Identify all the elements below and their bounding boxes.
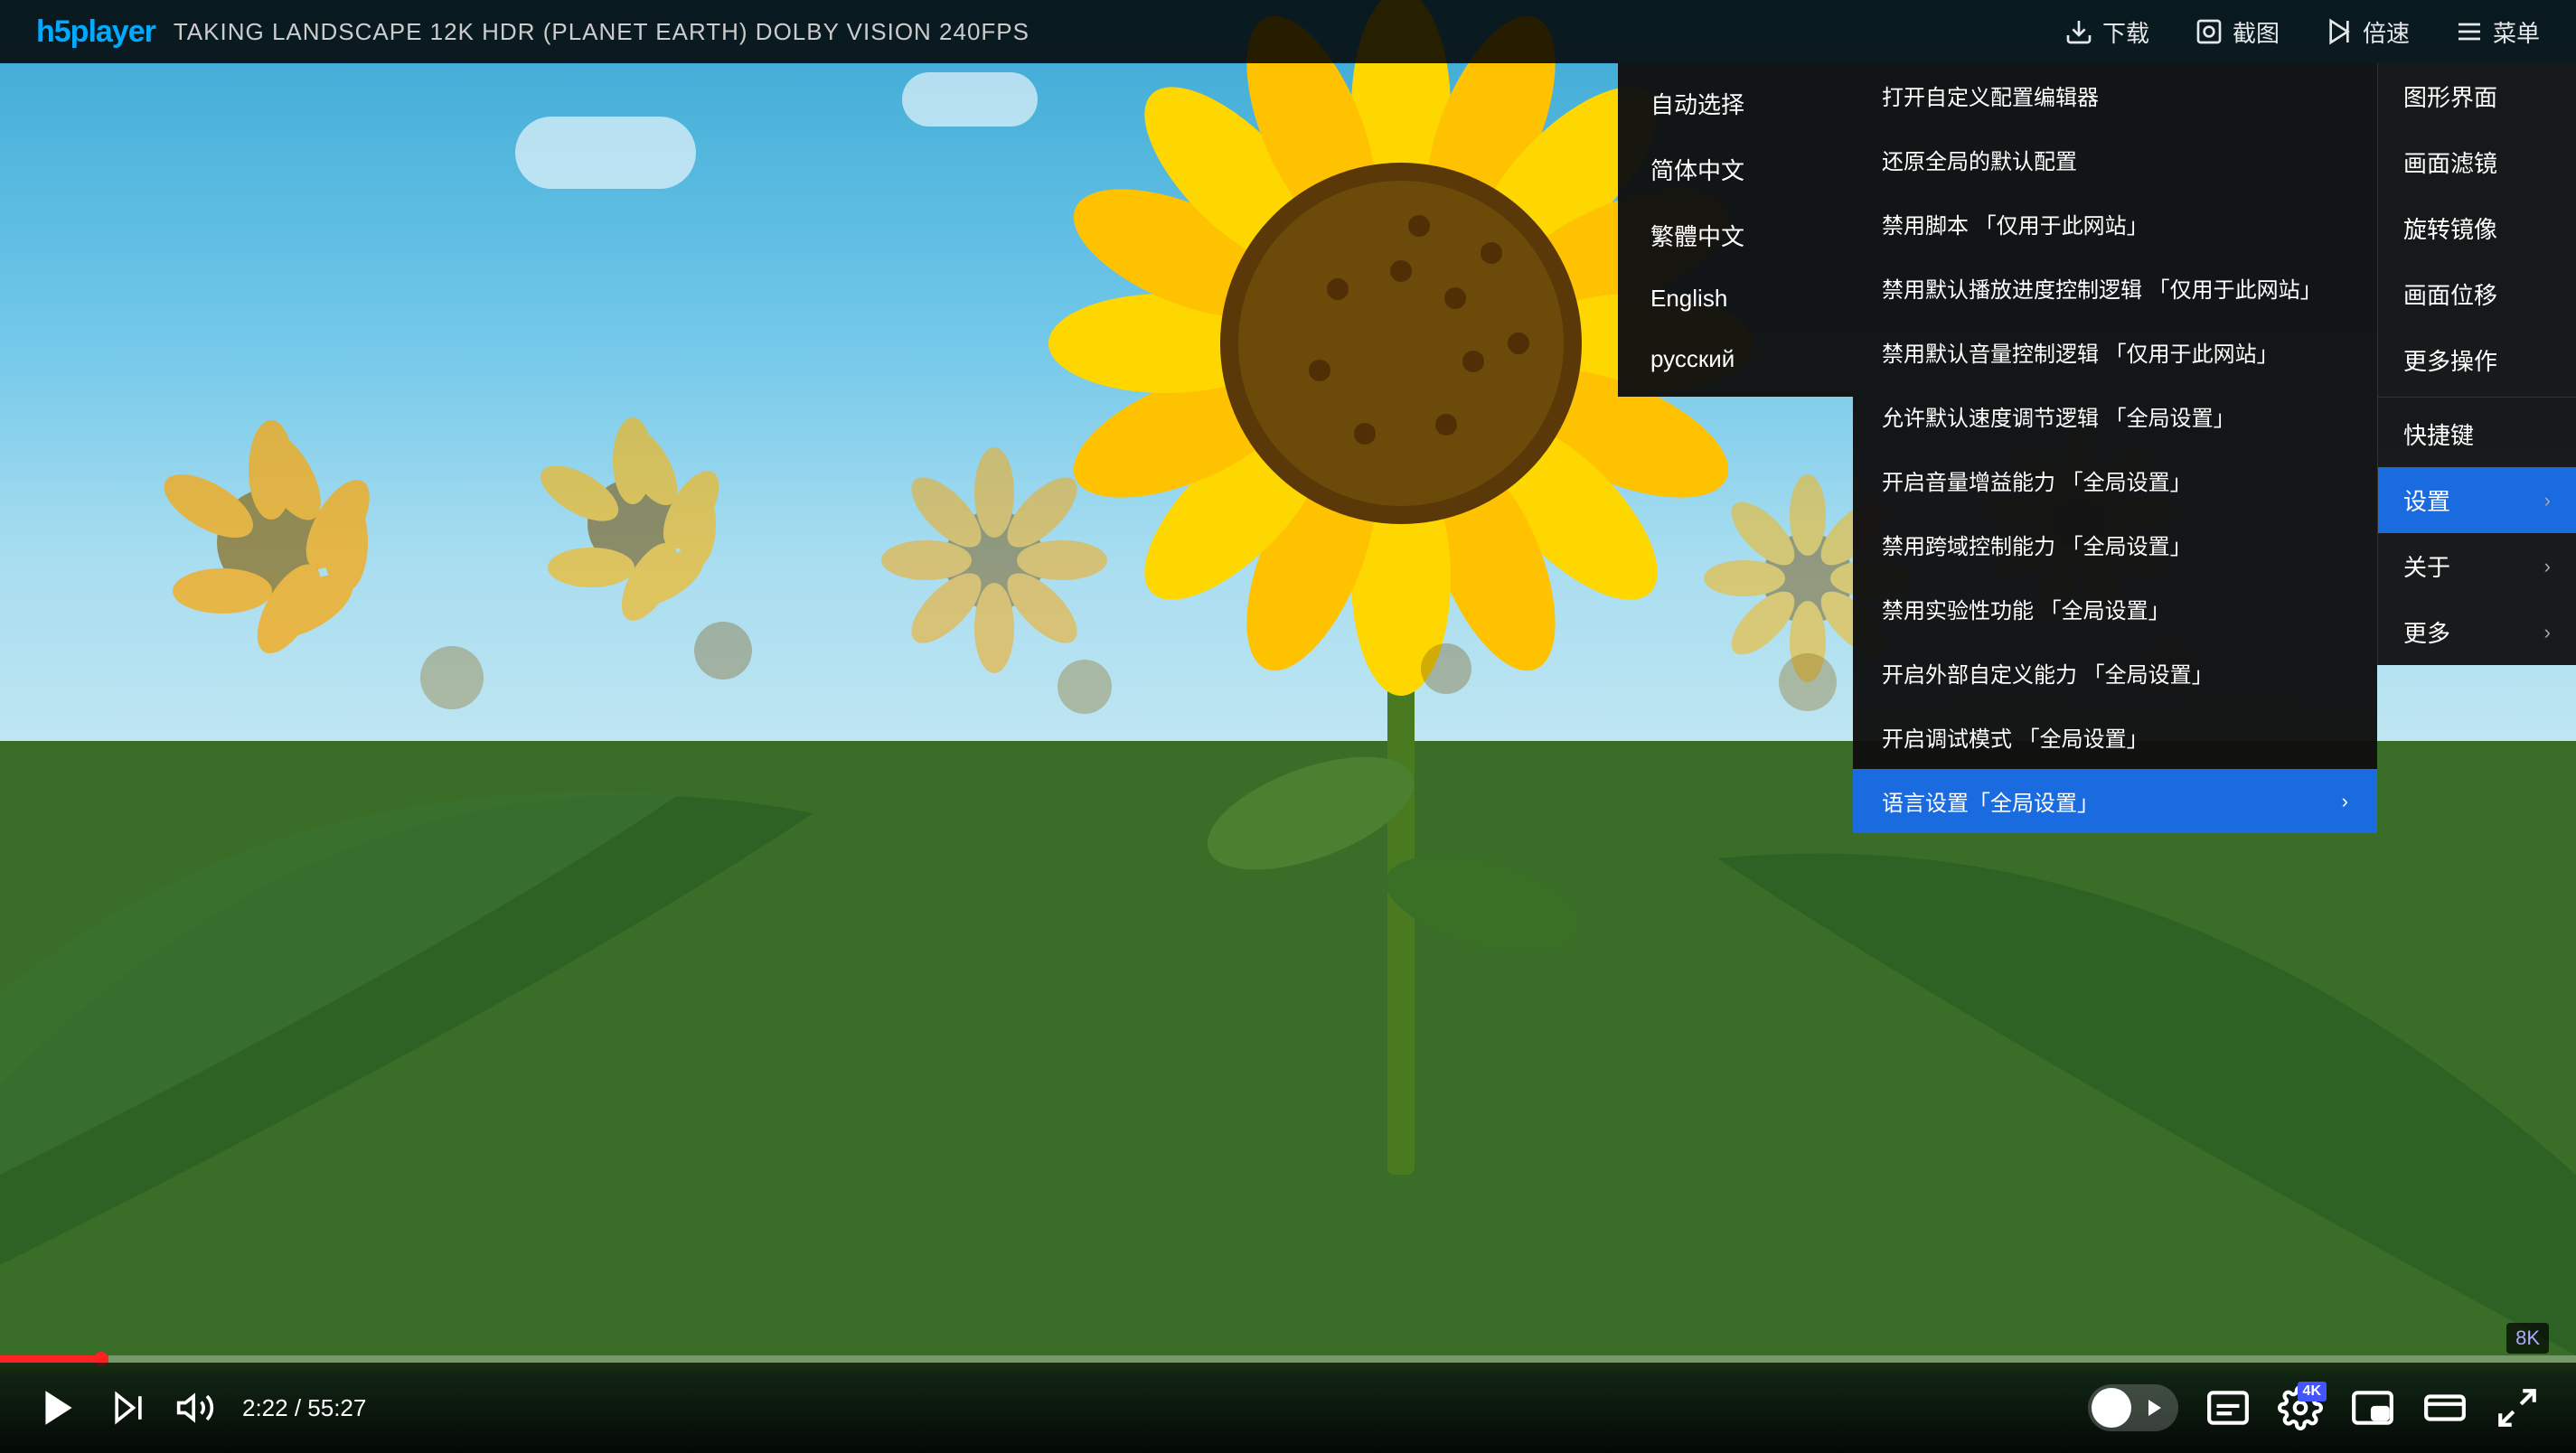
lang-traditional-chinese[interactable]: 繁體中文 (1618, 202, 1853, 268)
speed-icon (2325, 17, 2354, 46)
screenshot-button[interactable]: 截图 (2195, 15, 2280, 49)
lang-english[interactable]: English (1618, 268, 1853, 329)
screenshot-label: 截图 (2233, 15, 2280, 49)
menu-item-settings[interactable]: 设置 › (2378, 467, 2576, 533)
topbar: h5player TAKING LANDSCAPE 12K HDR (PLANE… (0, 0, 2576, 63)
video-title: TAKING LANDSCAPE 12K HDR (PLANET EARTH) … (174, 18, 1029, 46)
menu-item-more-ops[interactable]: 更多操作 (2378, 327, 2576, 393)
app-logo: h5player (36, 14, 155, 50)
menu-icon (2455, 17, 2484, 46)
menu-item-rotate[interactable]: 旋转镜像 (2378, 195, 2576, 261)
menu-divider (2378, 397, 2576, 398)
settings-disable-volume[interactable]: 禁用默认音量控制逻辑 「仅用于此网站」 (1853, 320, 2377, 384)
progress-bar[interactable] (0, 1355, 2576, 1363)
lang-simplified-chinese[interactable]: 简体中文 (1618, 136, 1853, 202)
language-chevron-icon: › (2342, 790, 2348, 813)
speed-button[interactable]: 倍速 (2325, 15, 2410, 49)
speed-label: 倍速 (2363, 15, 2410, 49)
download-label: 下载 (2102, 15, 2149, 49)
lang-auto[interactable]: 自动选择 (1618, 70, 1853, 136)
settings-enable-debug[interactable]: 开启调试模式 「全局设置」 (1853, 705, 2377, 769)
settings-disable-cross[interactable]: 禁用跨域控制能力 「全局设置」 (1853, 512, 2377, 577)
time-total: 55:27 (307, 1394, 366, 1421)
settings-language[interactable]: 语言设置「全局设置」 › (1853, 769, 2377, 833)
menu-button[interactable]: 菜单 (2455, 15, 2540, 49)
next-button[interactable] (108, 1388, 148, 1428)
settings-disable-experimental[interactable]: 禁用实验性功能 「全局设置」 (1853, 577, 2377, 641)
menu-item-gui[interactable]: 图形界面 (2378, 63, 2576, 129)
menu-item-shift[interactable]: 画面位移 (2378, 261, 2576, 327)
volume-button[interactable] (175, 1388, 215, 1428)
menu-item-about[interactable]: 关于 › (2378, 533, 2576, 599)
lang-russian[interactable]: русский (1618, 329, 1853, 389)
progress-fill (0, 1355, 108, 1363)
settings-disable-progress[interactable]: 禁用默认播放进度控制逻辑 「仅用于此网站」 (1853, 256, 2377, 320)
topbar-left: h5player TAKING LANDSCAPE 12K HDR (PLANE… (36, 14, 1029, 50)
menu-item-filter[interactable]: 画面滤镜 (2378, 129, 2576, 195)
menu-label: 菜单 (2493, 15, 2540, 49)
fullscreen-button[interactable] (2495, 1385, 2540, 1430)
theater-button[interactable] (2422, 1385, 2468, 1430)
settings-open-editor[interactable]: 打开自定义配置编辑器 (1853, 63, 2377, 127)
settings-chevron-icon: › (2544, 489, 2551, 512)
settings-enable-gain[interactable]: 开启音量增益能力 「全局设置」 (1853, 448, 2377, 512)
topbar-right: 下载 截图 倍速 菜单 (2064, 15, 2540, 49)
subtitle-button[interactable] (2205, 1385, 2251, 1430)
time-display: 2:22 / 55:27 (242, 1394, 366, 1422)
more-chevron-icon: › (2544, 621, 2551, 644)
toggle-knob (2092, 1388, 2131, 1428)
resolution-badge: 8K (2506, 1323, 2549, 1354)
right-controls: 4K (2088, 1384, 2540, 1431)
download-button[interactable]: 下载 (2064, 15, 2149, 49)
screenshot-icon (2195, 17, 2223, 46)
about-chevron-icon: › (2544, 555, 2551, 578)
settings-submenu: 打开自定义配置编辑器 还原全局的默认配置 禁用脚本 「仅用于此网站」 禁用默认播… (1853, 63, 2377, 833)
settings-allow-speed[interactable]: 允许默认速度调节逻辑 「全局设置」 (1853, 384, 2377, 448)
bottombar: 2:22 / 55:27 4K (0, 1363, 2576, 1453)
settings-disable-script[interactable]: 禁用脚本 「仅用于此网站」 (1853, 192, 2377, 256)
play-button[interactable] (36, 1385, 81, 1430)
autoplay-toggle[interactable] (2088, 1384, 2178, 1431)
menu-item-more[interactable]: 更多 › (2378, 599, 2576, 665)
language-submenu: 自动选择 简体中文 繁體中文 English русский (1618, 63, 1853, 397)
mini-player-button[interactable] (2350, 1385, 2395, 1430)
settings-restore-defaults[interactable]: 还原全局的默认配置 (1853, 127, 2377, 192)
menu-item-shortcuts[interactable]: 快捷键 (2378, 401, 2576, 467)
play-icon-small (2135, 1388, 2175, 1428)
settings-enable-external[interactable]: 开启外部自定义能力 「全局设置」 (1853, 641, 2377, 705)
settings-button[interactable]: 4K (2278, 1385, 2323, 1430)
main-menu: 图形界面 画面滤镜 旋转镜像 画面位移 更多操作 快捷键 设置 › 关于 › 更… (2377, 63, 2576, 665)
time-current: 2:22 (242, 1394, 288, 1421)
download-icon (2064, 17, 2093, 46)
